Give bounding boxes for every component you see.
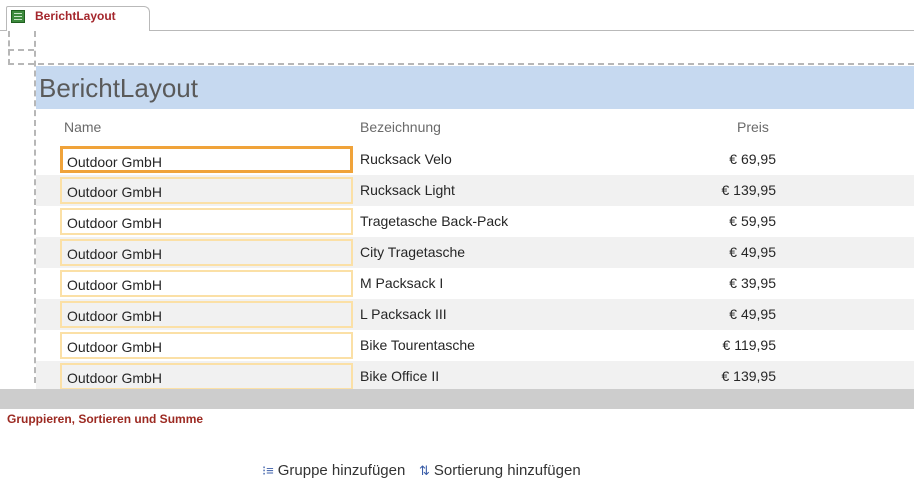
column-header-bezeichnung[interactable]: Bezeichnung xyxy=(360,119,441,135)
table-row[interactable]: Outdoor GmbH City Tragetasche € 49,95 xyxy=(36,237,914,268)
add-group-label: Gruppe hinzufügen xyxy=(277,462,406,479)
table-row[interactable]: Outdoor GmbH Bike Tourentasche € 119,95 xyxy=(36,330,914,361)
tab-label: BerichtLayout xyxy=(35,9,116,23)
table-row[interactable]: Outdoor GmbH Rucksack Light € 139,95 xyxy=(36,175,914,206)
cell-name[interactable]: Outdoor GmbH xyxy=(60,239,353,266)
cell-name[interactable]: Outdoor GmbH xyxy=(60,146,353,173)
document-tab-strip: BerichtLayout xyxy=(0,0,914,32)
table-row[interactable]: Outdoor GmbH M Packsack I € 39,95 xyxy=(36,268,914,299)
cell-name[interactable]: Outdoor GmbH xyxy=(60,332,353,359)
report-title[interactable]: BerichtLayout xyxy=(39,73,198,104)
group-sort-pane-title: Gruppieren, Sortieren und Summe xyxy=(7,412,204,426)
cell-bezeichnung[interactable]: Rucksack Velo xyxy=(360,144,660,175)
cell-preis[interactable]: € 39,95 xyxy=(656,268,776,299)
cell-name[interactable]: Outdoor GmbH xyxy=(60,363,353,390)
table-row[interactable]: Outdoor GmbH Tragetasche Back-Pack € 59,95 xyxy=(36,206,914,237)
add-group-button[interactable]: ⁝≡ Gruppe hinzufügen xyxy=(262,462,405,479)
cell-preis[interactable]: € 139,95 xyxy=(656,361,777,392)
cell-bezeichnung[interactable]: Rucksack Light xyxy=(360,175,660,206)
report-title-band[interactable]: BerichtLayout xyxy=(36,66,914,109)
layout-guide xyxy=(8,31,10,65)
sort-az-icon: ⇅ xyxy=(419,463,430,478)
cell-preis[interactable]: € 59,95 xyxy=(656,206,776,237)
cell-bezeichnung[interactable]: Bike Tourentasche xyxy=(360,330,660,361)
cell-bezeichnung[interactable]: Bike Office II xyxy=(360,361,660,392)
cell-bezeichnung[interactable]: L Packsack III xyxy=(360,299,660,330)
column-header-name[interactable]: Name xyxy=(64,119,101,135)
layout-guide xyxy=(8,63,914,65)
section-divider-bar xyxy=(0,389,914,409)
cell-bezeichnung[interactable]: M Packsack I xyxy=(360,268,660,299)
report-design-surface[interactable]: BerichtLayout Name Bezeichnung Preis Out… xyxy=(0,31,914,392)
table-row[interactable]: Outdoor GmbH L Packsack III € 49,95 xyxy=(36,299,914,330)
cell-name[interactable]: Outdoor GmbH xyxy=(60,301,353,328)
cell-preis[interactable]: € 119,95 xyxy=(656,330,776,361)
cell-name[interactable]: Outdoor GmbH xyxy=(60,208,353,235)
tab-berichtlayout[interactable]: BerichtLayout xyxy=(6,6,150,32)
cell-bezeichnung[interactable]: City Tragetasche xyxy=(360,237,660,268)
report-icon xyxy=(11,10,25,23)
column-header-preis[interactable]: Preis xyxy=(737,119,769,135)
add-sort-label: Sortierung hinzufügen xyxy=(433,462,581,479)
group-list-icon: ⁝≡ xyxy=(262,463,274,478)
cell-preis[interactable]: € 139,95 xyxy=(656,175,777,206)
table-row[interactable]: Outdoor GmbH Bike Office II € 139,95 xyxy=(36,361,914,392)
table-row[interactable]: Outdoor GmbH Rucksack Velo € 69,95 xyxy=(36,144,914,175)
cell-name[interactable]: Outdoor GmbH xyxy=(60,177,353,204)
cell-name[interactable]: Outdoor GmbH xyxy=(60,270,353,297)
add-sort-button[interactable]: ⇅ Sortierung hinzufügen xyxy=(419,462,581,479)
cell-preis[interactable]: € 49,95 xyxy=(656,237,776,268)
cell-preis[interactable]: € 69,95 xyxy=(656,144,776,175)
cell-preis[interactable]: € 49,95 xyxy=(656,299,776,330)
layout-guide xyxy=(8,49,34,51)
cell-bezeichnung[interactable]: Tragetasche Back-Pack xyxy=(360,206,660,237)
